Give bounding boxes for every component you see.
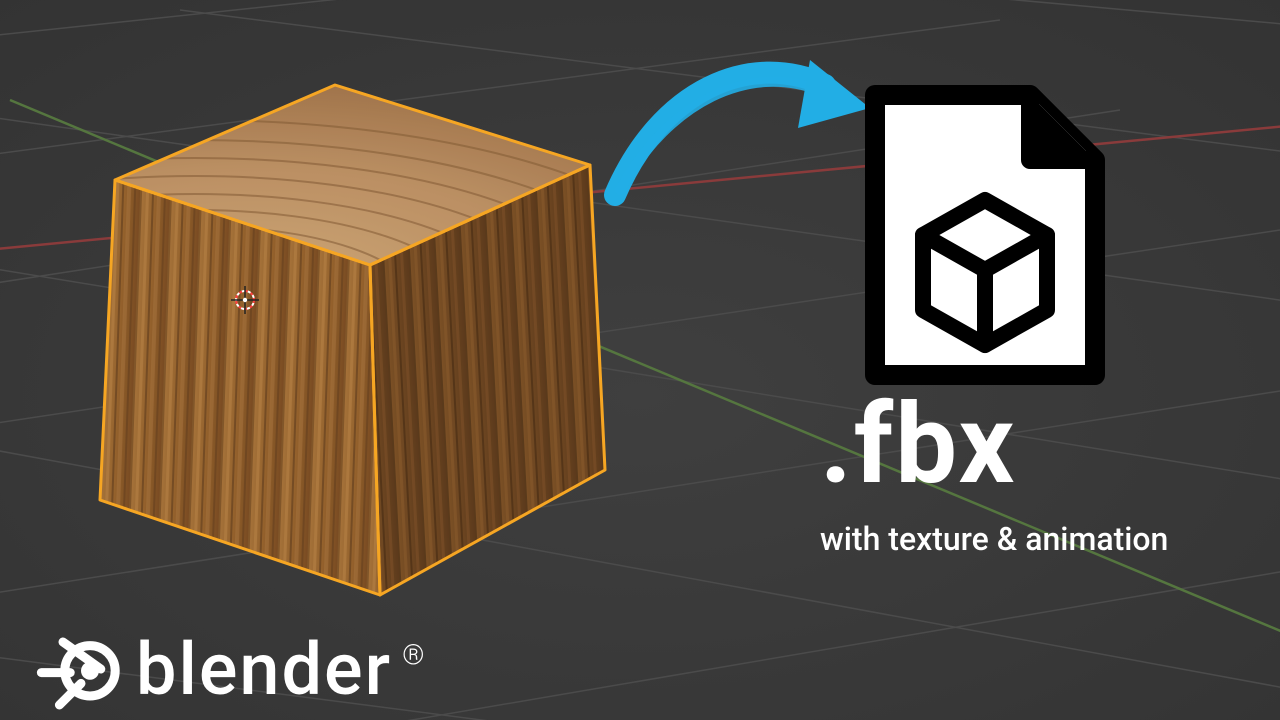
file-3d-icon — [855, 75, 1115, 395]
brand-name: blender — [136, 627, 392, 712]
arrow-icon — [600, 30, 880, 230]
export-label: .fbx with texture & animation — [820, 390, 1168, 558]
blender-logo: blender ® — [36, 624, 425, 714]
cube-object[interactable] — [85, 50, 645, 610]
viewport-scene: .fbx with texture & animation blender ® — [0, 0, 1280, 720]
registered-mark: ® — [402, 638, 424, 671]
blender-logo-icon — [36, 624, 126, 714]
file-extension: .fbx — [820, 390, 1168, 500]
file-subtitle: with texture & animation — [820, 520, 1168, 558]
